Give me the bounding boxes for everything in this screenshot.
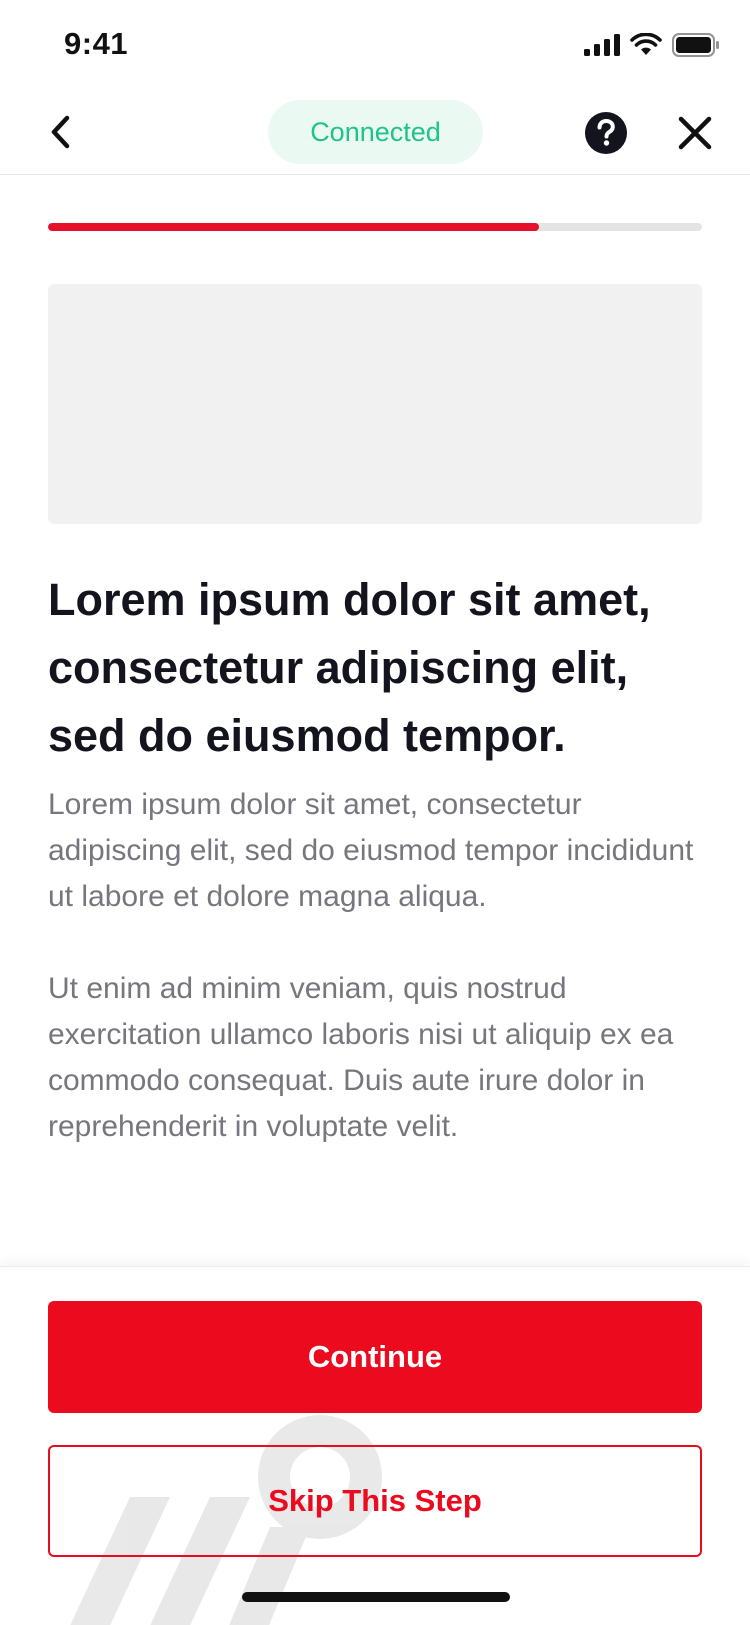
close-button[interactable] — [673, 111, 717, 155]
continue-button[interactable]: Continue — [48, 1301, 702, 1413]
description-paragraph-1: Lorem ipsum dolor sit amet, consectetur … — [48, 788, 694, 913]
image-placeholder — [48, 284, 702, 524]
close-icon — [678, 116, 712, 150]
description: Lorem ipsum dolor sit amet, consectetur … — [48, 782, 708, 1196]
progress-bar-fill — [48, 223, 539, 231]
progress-bar — [48, 223, 702, 231]
action-footer: Continue Skip This Step — [0, 1266, 750, 1625]
status-icons — [584, 32, 720, 58]
back-button[interactable] — [40, 110, 80, 154]
battery-icon — [672, 33, 719, 57]
skip-step-button[interactable]: Skip This Step — [48, 1445, 702, 1557]
help-button[interactable] — [584, 111, 628, 155]
page-title: Lorem ipsum dolor sit amet, consectetur … — [48, 574, 651, 761]
home-indicator — [242, 1592, 510, 1602]
connection-status-badge: Connected — [268, 100, 483, 164]
description-paragraph-2: Ut enim ad minim veniam, quis nostrud ex… — [48, 972, 674, 1143]
status-time: 9:41 — [64, 26, 129, 61]
wifi-icon — [630, 33, 662, 55]
top-navigation-bar: Connected — [0, 92, 750, 175]
signal-icon — [584, 34, 620, 56]
chevron-left-icon — [51, 115, 70, 149]
status-bar: 9:41 — [0, 0, 750, 92]
help-icon — [585, 112, 627, 154]
